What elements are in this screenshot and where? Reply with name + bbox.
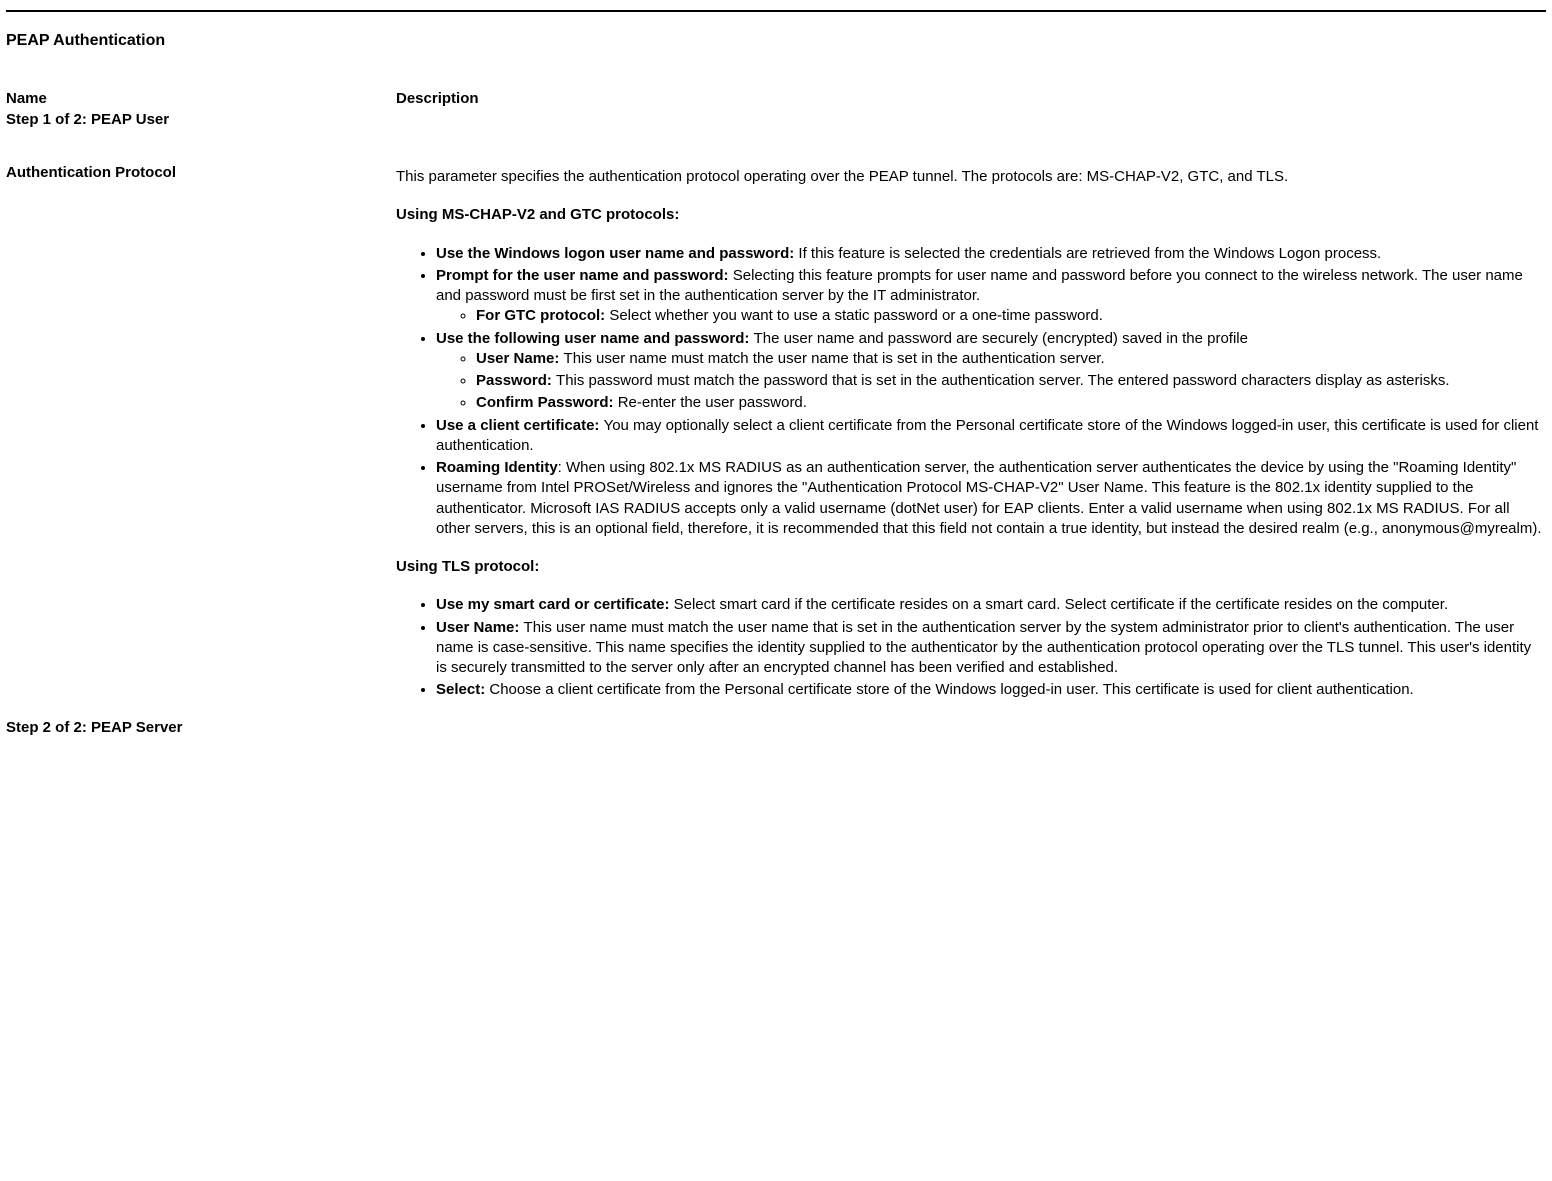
bullet-text: Select whether you want to use a static … bbox=[609, 307, 1103, 324]
column-header-name: Name bbox=[6, 90, 386, 107]
list-item: User Name: This user name must match the… bbox=[436, 618, 1546, 679]
bullet-text: Re-enter the user password. bbox=[618, 394, 807, 411]
bullet-label: Prompt for the user name and password: bbox=[436, 267, 733, 284]
list-item: Use a client certificate: You may option… bbox=[436, 416, 1546, 457]
bullet-label: Use the following user name and password… bbox=[436, 330, 754, 347]
bullet-label: User Name: bbox=[436, 619, 524, 636]
list-item: Use the Windows logon user name and pass… bbox=[436, 244, 1546, 264]
tls-list: Use my smart card or certificate: Select… bbox=[396, 595, 1546, 700]
bullet-text: Select smart card if the certificate res… bbox=[674, 596, 1449, 613]
auth-protocol-intro: This parameter specifies the authenticat… bbox=[396, 167, 1546, 187]
bullet-label: Confirm Password: bbox=[476, 394, 618, 411]
list-item: Roaming Identity: When using 802.1x MS R… bbox=[436, 458, 1546, 539]
tls-header: Using TLS protocol: bbox=[396, 557, 1546, 577]
page-title: PEAP Authentication bbox=[6, 32, 1546, 50]
bullet-label: User Name: bbox=[476, 350, 564, 367]
list-item: Use my smart card or certificate: Select… bbox=[436, 595, 1546, 615]
bullet-text: This password must match the password th… bbox=[556, 372, 1449, 389]
list-item: For GTC protocol: Select whether you wan… bbox=[476, 306, 1546, 326]
column-header-desc: Description bbox=[396, 90, 1546, 107]
bullet-label: Password: bbox=[476, 372, 556, 389]
auth-protocol-label: Authentication Protocol bbox=[6, 164, 386, 181]
list-item: Prompt for the user name and password: S… bbox=[436, 266, 1546, 327]
list-item: Use the following user name and password… bbox=[436, 329, 1546, 414]
step-1-label: Step 1 of 2: PEAP User bbox=[6, 111, 386, 128]
bullet-label: Use the Windows logon user name and pass… bbox=[436, 245, 798, 262]
bullet-text: This user name must match the user name … bbox=[564, 350, 1105, 367]
bullet-text: This user name must match the user name … bbox=[436, 619, 1531, 677]
sub-list: For GTC protocol: Select whether you wan… bbox=[436, 306, 1546, 326]
step-2-label: Step 2 of 2: PEAP Server bbox=[6, 719, 1546, 736]
list-item: Confirm Password: Re-enter the user pass… bbox=[476, 393, 1546, 413]
mschap-gtc-list: Use the Windows logon user name and pass… bbox=[396, 244, 1546, 540]
bullet-label: Use my smart card or certificate: bbox=[436, 596, 674, 613]
bullet-label: For GTC protocol: bbox=[476, 307, 609, 324]
list-item: User Name: This user name must match the… bbox=[476, 349, 1546, 369]
bullet-label: Select: bbox=[436, 681, 489, 698]
divider bbox=[6, 10, 1546, 12]
parameters-table: Name Step 1 of 2: PEAP User Authenticati… bbox=[6, 90, 1546, 719]
bullet-label: Roaming Identity bbox=[436, 459, 558, 476]
bullet-label: Use a client certificate: bbox=[436, 417, 604, 434]
bullet-text: If this feature is selected the credenti… bbox=[798, 245, 1381, 262]
list-item: Password: This password must match the p… bbox=[476, 371, 1546, 391]
bullet-text: Choose a client certificate from the Per… bbox=[489, 681, 1413, 698]
bullet-text: : When using 802.1x MS RADIUS as an auth… bbox=[436, 459, 1542, 537]
bullet-text: The user name and password are securely … bbox=[754, 330, 1248, 347]
mschap-gtc-header: Using MS-CHAP-V2 and GTC protocols: bbox=[396, 205, 1546, 225]
list-item: Select: Choose a client certificate from… bbox=[436, 680, 1546, 700]
sub-list: User Name: This user name must match the… bbox=[436, 349, 1546, 414]
